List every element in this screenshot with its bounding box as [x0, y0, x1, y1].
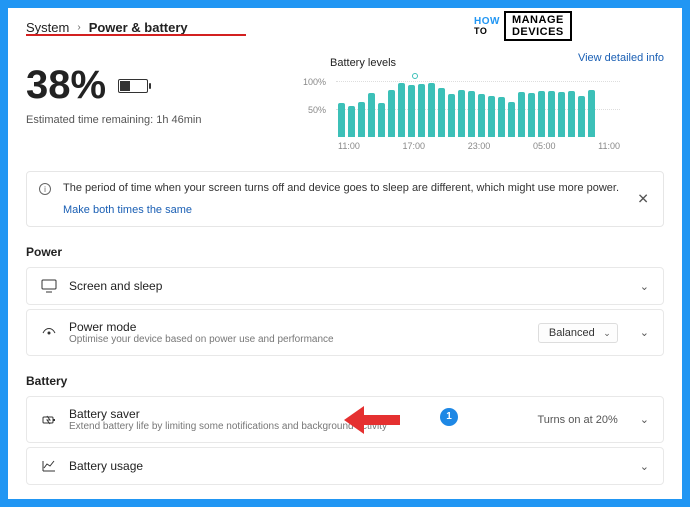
chart-bar: [458, 90, 465, 137]
battery-saver-icon: [41, 412, 57, 428]
chart-bar: [368, 93, 375, 137]
monitor-icon: [41, 278, 57, 294]
estimated-value: 1h 46min: [156, 114, 201, 126]
battery-icon: [118, 79, 148, 93]
battery-saver-row[interactable]: Battery saver Extend battery life by lim…: [26, 396, 664, 443]
power-mode-row[interactable]: Power mode Optimise your device based on…: [26, 309, 664, 356]
row-title: Battery saver: [69, 407, 525, 421]
section-power-label: Power: [26, 245, 664, 259]
chart-bar: [468, 91, 475, 137]
chart-bar: [498, 97, 505, 137]
chevron-right-icon: ›: [77, 22, 80, 33]
xtick: 23:00: [468, 141, 491, 151]
chart-icon: [41, 458, 57, 474]
power-mode-icon: [41, 325, 57, 341]
logo-line2: DEVICES: [512, 26, 564, 38]
annotation-underline: [26, 34, 246, 36]
ytick-100: 100%: [303, 77, 326, 87]
chart-title: Battery levels: [330, 57, 664, 69]
chart-bar: [358, 102, 365, 137]
make-times-same-link[interactable]: Make both times the same: [63, 204, 192, 216]
logo-how: HOW: [474, 17, 500, 27]
xtick: 11:00: [338, 141, 360, 151]
chart-bar: [488, 96, 495, 137]
breadcrumb-parent[interactable]: System: [26, 20, 69, 35]
battery-usage-row[interactable]: Battery usage ⌄: [26, 447, 664, 485]
chart-bar: [558, 92, 565, 137]
chart-bar: [478, 94, 485, 137]
row-subtitle: Optimise your device based on power use …: [69, 334, 526, 345]
row-subtitle: Extend battery life by limiting some not…: [69, 421, 525, 432]
battery-levels-chart: Battery levels 100% 50% 11:00 17:00 23:0…: [330, 57, 664, 151]
chart-bar: [428, 83, 435, 137]
chart-bar: [398, 83, 405, 137]
chart-bar: [448, 94, 455, 137]
power-mode-select[interactable]: Balanced ⌄: [538, 323, 618, 343]
chart-bar: [338, 103, 345, 137]
info-icon: i: [39, 183, 51, 195]
chevron-down-icon: ⌄: [603, 328, 611, 339]
chart-bar: [588, 90, 595, 137]
chevron-down-icon: ⌄: [640, 280, 649, 293]
estimated-time: Estimated time remaining: 1h 46min: [26, 114, 306, 126]
xtick: 11:00: [598, 141, 620, 151]
battery-percent: 38%: [26, 63, 106, 108]
close-icon[interactable]: ✕: [637, 191, 649, 208]
section-battery-label: Battery: [26, 374, 664, 388]
estimated-label: Estimated time remaining:: [26, 114, 153, 126]
chart-bar: [518, 92, 525, 137]
logo-line1: MANAGE: [512, 14, 564, 26]
info-text: The period of time when your screen turn…: [63, 182, 619, 194]
chart-marker-icon: [412, 73, 418, 79]
screen-and-sleep-row[interactable]: Screen and sleep ⌄: [26, 267, 664, 305]
select-value: Balanced: [549, 327, 595, 339]
chevron-down-icon: ⌄: [640, 460, 649, 473]
chart-bar: [378, 103, 385, 137]
chart-bar: [578, 96, 585, 137]
chart-bar: [568, 91, 575, 137]
logo: HOW TO MANAGE DEVICES: [470, 11, 572, 41]
chart-bar: [528, 93, 535, 137]
chart-bar: [418, 84, 425, 137]
ytick-50: 50%: [308, 105, 326, 115]
info-banner: i The period of time when your screen tu…: [26, 171, 664, 227]
logo-to: TO: [474, 27, 500, 36]
chevron-down-icon: ⌄: [640, 326, 649, 339]
xtick: 17:00: [403, 141, 426, 151]
row-title: Battery usage: [69, 459, 628, 473]
chart-bar: [388, 90, 395, 137]
row-status: Turns on at 20%: [537, 414, 617, 426]
chevron-down-icon: ⌄: [640, 413, 649, 426]
chart-bar: [548, 91, 555, 137]
page-title: Power & battery: [89, 20, 188, 35]
row-title: Screen and sleep: [69, 279, 628, 293]
chart-bar: [538, 91, 545, 137]
chart-bar: [348, 106, 355, 137]
chart-bar: [408, 85, 415, 137]
row-title: Power mode: [69, 320, 526, 334]
xtick: 05:00: [533, 141, 556, 151]
chart-bar: [508, 102, 515, 137]
chart-bar: [438, 88, 445, 137]
